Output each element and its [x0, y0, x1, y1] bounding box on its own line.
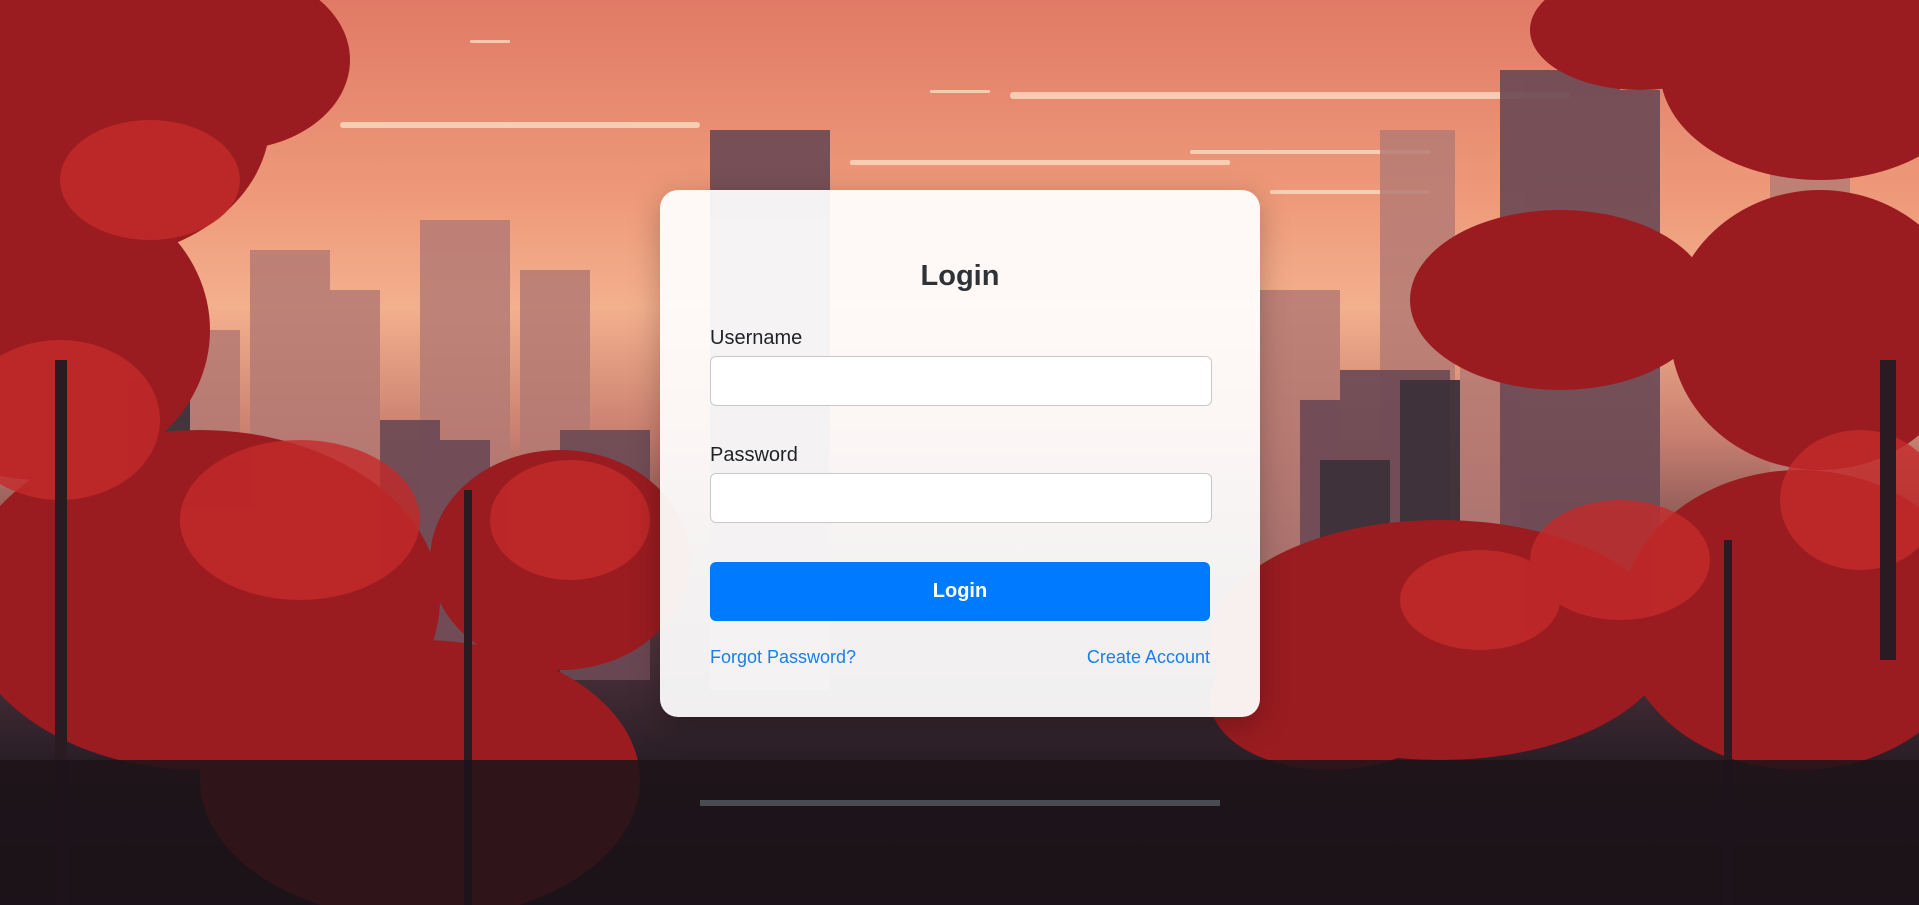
login-button[interactable]: Login: [710, 562, 1210, 621]
forgot-password-link[interactable]: Forgot Password?: [710, 648, 856, 666]
password-label: Password: [710, 444, 798, 466]
login-page: Login Username Password Login Forgot Pas…: [0, 0, 1919, 905]
login-card: Login Username Password Login Forgot Pas…: [660, 190, 1260, 717]
password-input[interactable]: [710, 473, 1212, 523]
username-label: Username: [710, 327, 803, 349]
create-account-link[interactable]: Create Account: [1087, 648, 1210, 666]
username-input[interactable]: [710, 356, 1212, 406]
login-title: Login: [920, 260, 1000, 292]
